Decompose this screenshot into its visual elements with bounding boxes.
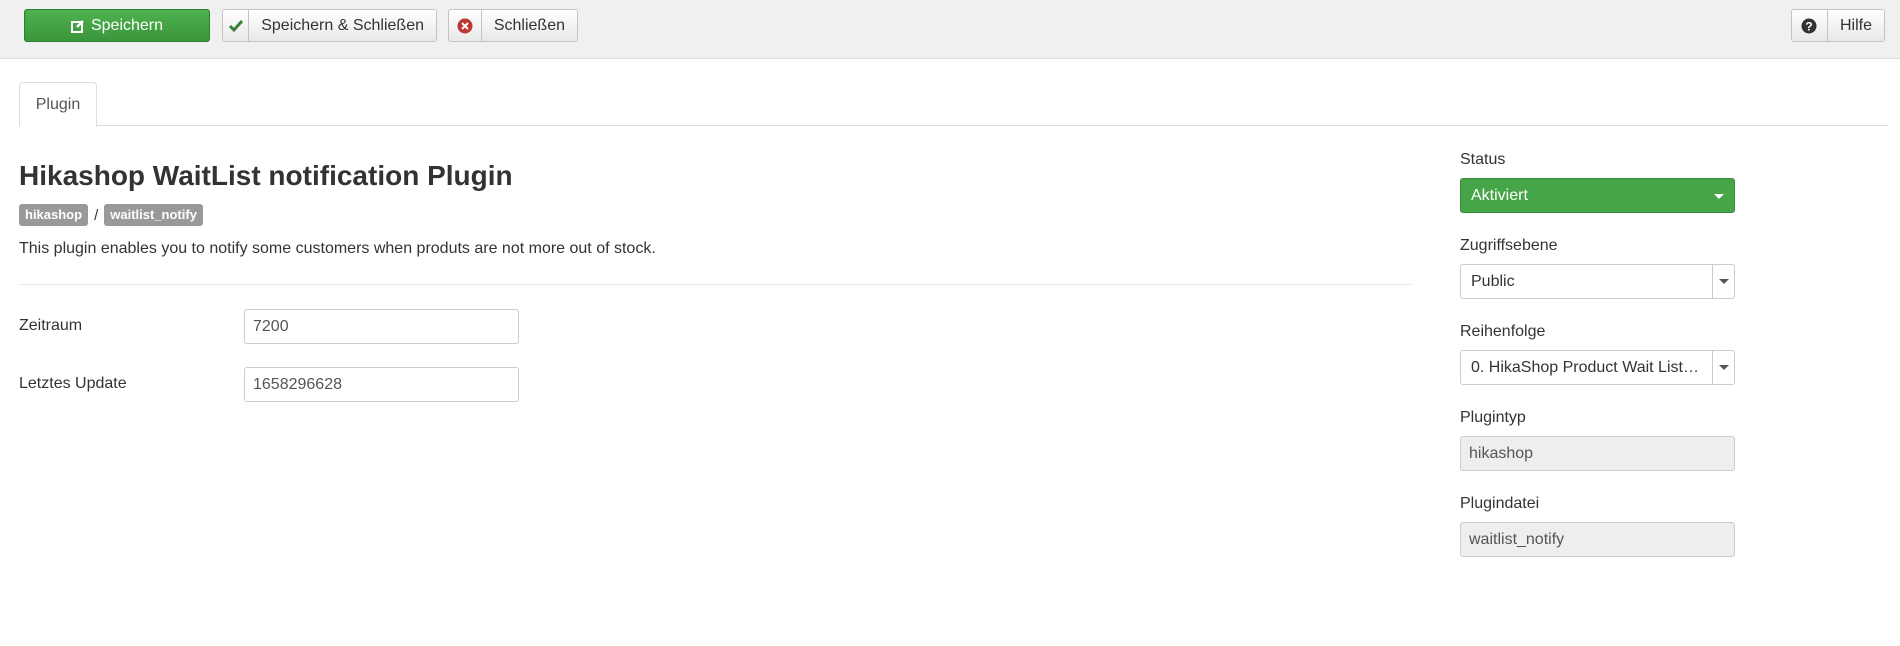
save-close-button-label: Speichern & Schließen — [261, 16, 424, 34]
close-button[interactable]: Schließen — [448, 9, 578, 42]
letztes-update-input[interactable]: 1658296628 — [244, 367, 519, 402]
chevron-down-icon — [1718, 279, 1729, 284]
divider — [19, 284, 1411, 285]
close-button-label: Schließen — [493, 16, 565, 34]
access-level-value: Public — [1471, 272, 1515, 290]
plugin-file-field: waitlist_notify — [1460, 522, 1735, 557]
ordering-select[interactable]: 0. HikaShop Product Wait List Notificati… — [1460, 350, 1735, 385]
access-level-dropdown-toggle[interactable] — [1712, 265, 1734, 298]
plugin-description: This plugin enables you to notify some c… — [19, 240, 656, 257]
plugin-type-label: Plugintyp — [1460, 409, 1526, 426]
cancel-circle-icon — [449, 10, 482, 41]
chevron-down-icon — [1718, 365, 1729, 370]
help-button[interactable]: ? Hilfe — [1791, 9, 1885, 42]
tab-bar: Plugin — [19, 82, 1888, 127]
check-icon — [223, 10, 250, 41]
toolbar: Speichern Speichern & Schließen Schließe… — [0, 0, 1900, 59]
page-title: Hikashop WaitList notification Plugin — [19, 160, 513, 191]
ordering-label: Reihenfolge — [1460, 323, 1546, 340]
plugin-type-field: hikashop — [1460, 436, 1735, 471]
folder-badge: hikashop — [19, 204, 89, 226]
letztes-update-label: Letztes Update — [19, 375, 127, 392]
help-button-label: Hilfe — [1839, 16, 1872, 34]
plugin-badges: hikashop / waitlist_notify — [19, 204, 203, 226]
zeitraum-input[interactable]: 7200 — [244, 309, 519, 344]
status-label: Status — [1460, 151, 1506, 168]
status-select[interactable]: Aktiviert — [1460, 178, 1735, 213]
tab-plugin[interactable]: Plugin — [19, 82, 97, 127]
badge-separator: / — [94, 206, 99, 224]
ordering-value: 0. HikaShop Product Wait List Notificati… — [1471, 358, 1701, 376]
ordering-dropdown-toggle[interactable] — [1712, 351, 1734, 384]
access-level-select[interactable]: Public — [1460, 264, 1735, 299]
chevron-down-icon — [1714, 194, 1724, 199]
save-button[interactable]: Speichern — [24, 9, 210, 42]
edit-icon — [70, 10, 85, 41]
element-badge: waitlist_notify — [104, 204, 203, 226]
access-level-label: Zugriffsebene — [1460, 237, 1558, 254]
save-close-button[interactable]: Speichern & Schließen — [222, 9, 437, 42]
save-button-label: Speichern — [90, 16, 164, 34]
question-circle-icon: ? — [1792, 10, 1828, 41]
svg-text:?: ? — [1806, 19, 1813, 33]
plugin-file-label: Plugindatei — [1460, 495, 1540, 512]
status-value: Aktiviert — [1471, 186, 1528, 204]
zeitraum-label: Zeitraum — [19, 317, 83, 334]
